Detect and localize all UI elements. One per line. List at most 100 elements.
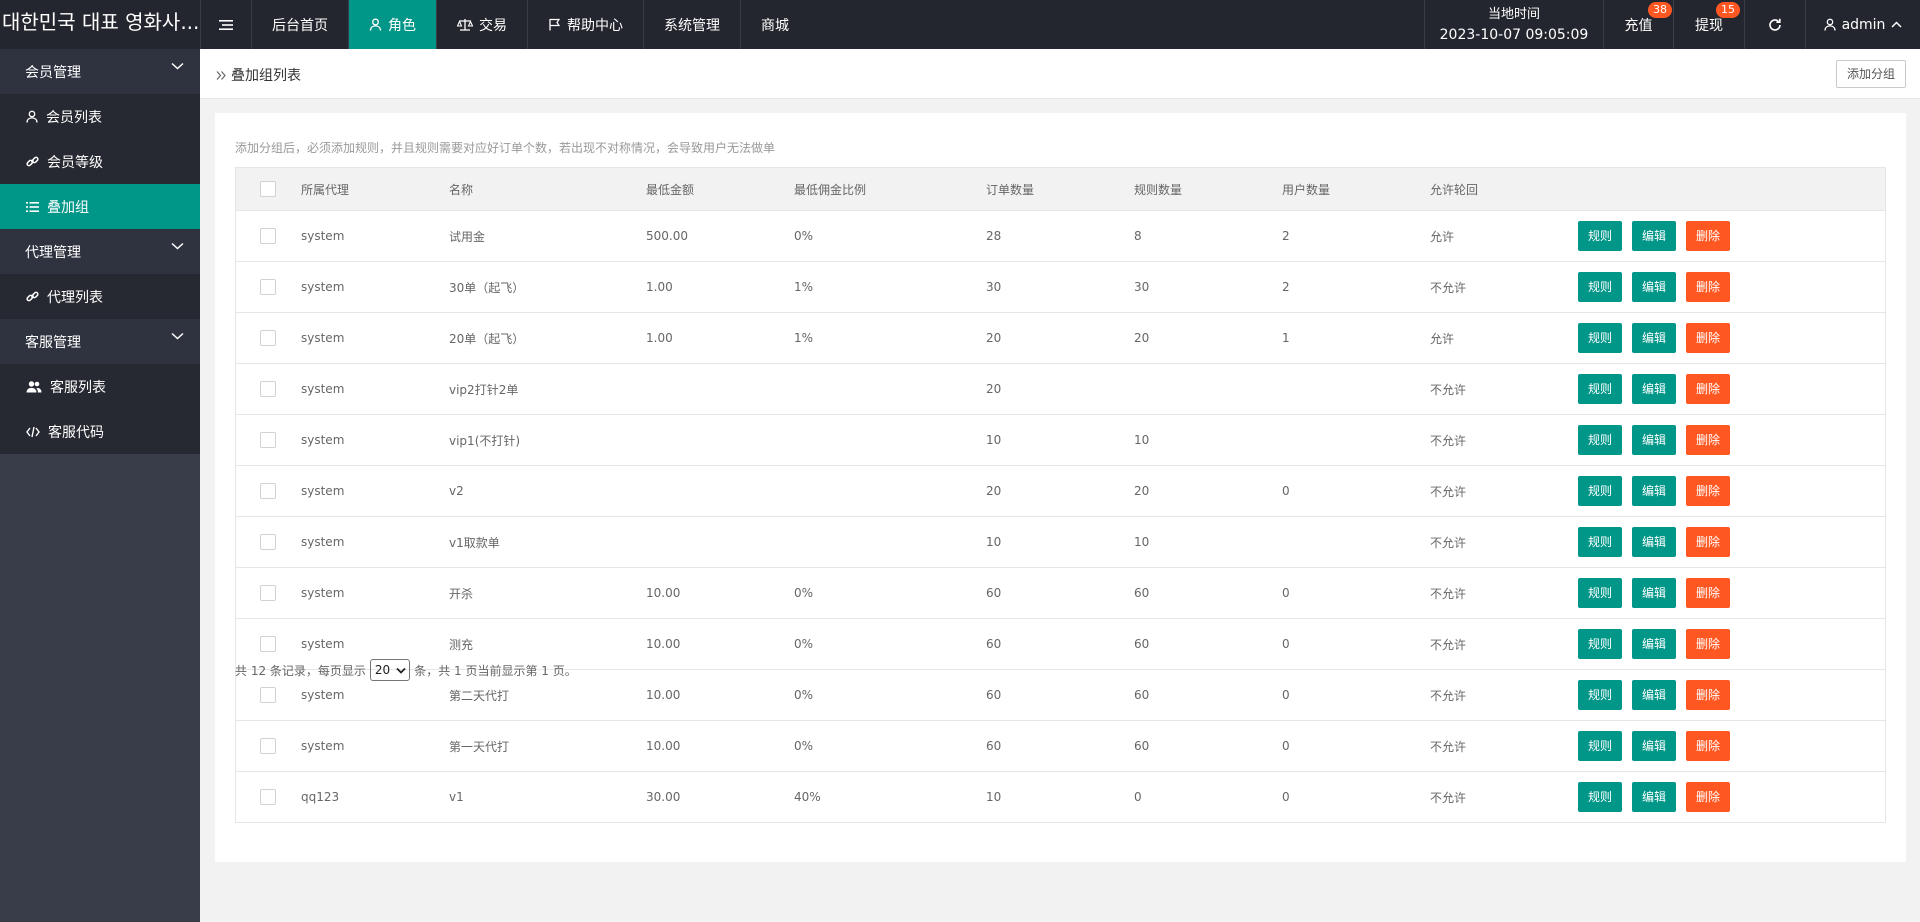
- user-name: admin: [1841, 16, 1886, 33]
- edit-button[interactable]: 编辑: [1632, 374, 1676, 404]
- sidebar-group-service[interactable]: 客服管理: [0, 319, 200, 364]
- row-checkbox[interactable]: [260, 381, 276, 397]
- table-cell: 不允许: [1429, 771, 1577, 823]
- withdraw-button[interactable]: 提现 15: [1673, 0, 1744, 49]
- per-page-value: 20: [374, 663, 391, 677]
- sidebar-group-member[interactable]: 会员管理: [0, 49, 200, 94]
- nav-item-label: 帮助中心: [567, 17, 623, 34]
- delete-button[interactable]: 删除: [1686, 374, 1730, 404]
- row-checkbox[interactable]: [260, 687, 276, 703]
- table-cell: 1%: [793, 312, 985, 364]
- delete-button[interactable]: 删除: [1686, 425, 1730, 455]
- edit-button[interactable]: 编辑: [1632, 323, 1676, 353]
- delete-button[interactable]: 删除: [1686, 221, 1730, 251]
- rule-button[interactable]: 规则: [1578, 680, 1622, 710]
- delete-button[interactable]: 删除: [1686, 578, 1730, 608]
- nav-item-label: 后台首页: [272, 17, 328, 34]
- rule-button[interactable]: 规则: [1578, 731, 1622, 761]
- nav-item-trade[interactable]: 交易: [436, 0, 527, 49]
- row-checkbox[interactable]: [260, 738, 276, 754]
- row-checkbox[interactable]: [260, 789, 276, 805]
- table-cell: system: [300, 210, 448, 262]
- row-checkbox[interactable]: [260, 279, 276, 295]
- edit-button[interactable]: 编辑: [1632, 425, 1676, 455]
- add-group-button[interactable]: 添加分组: [1835, 60, 1906, 88]
- table-cell: qq123: [300, 771, 448, 823]
- nav-item-mall[interactable]: 商城: [740, 0, 809, 49]
- rule-button[interactable]: 规则: [1578, 782, 1622, 812]
- edit-button[interactable]: 编辑: [1632, 527, 1676, 557]
- edit-button[interactable]: 编辑: [1632, 629, 1676, 659]
- menu-toggle-button[interactable]: [200, 0, 251, 49]
- delete-button[interactable]: 删除: [1686, 476, 1730, 506]
- nav-item-help[interactable]: 帮助中心: [527, 0, 643, 49]
- sidebar-item-service-list[interactable]: 客服列表: [0, 364, 200, 409]
- withdraw-badge: 15: [1716, 2, 1740, 18]
- table-cell: 20: [985, 363, 1133, 415]
- nav-item-role[interactable]: 角色: [348, 0, 436, 49]
- select-all-checkbox[interactable]: [260, 181, 276, 197]
- edit-button[interactable]: 编辑: [1632, 680, 1676, 710]
- sidebar-item-service-code[interactable]: 客服代码: [0, 409, 200, 454]
- rule-button[interactable]: 规则: [1578, 374, 1622, 404]
- table-cell: 60: [1133, 669, 1281, 721]
- delete-button[interactable]: 删除: [1686, 272, 1730, 302]
- table-cell: vip2打针2单: [448, 363, 645, 415]
- row-checkbox[interactable]: [260, 483, 276, 499]
- nav-item-home[interactable]: 后台首页: [251, 0, 348, 49]
- per-page-select[interactable]: 20: [369, 659, 411, 681]
- rule-button[interactable]: 规则: [1578, 323, 1622, 353]
- local-time-value: 2023-10-07 09:05:09: [1439, 26, 1589, 43]
- table-cell: 10: [985, 771, 1133, 823]
- table-cell: 60: [1133, 720, 1281, 772]
- edit-button[interactable]: 编辑: [1632, 731, 1676, 761]
- edit-button[interactable]: 编辑: [1632, 272, 1676, 302]
- row-checkbox[interactable]: [260, 585, 276, 601]
- code-icon: [26, 426, 40, 438]
- sidebar-item-member-level[interactable]: 会员等级: [0, 139, 200, 184]
- sidebar-group-label: 代理管理: [25, 244, 81, 261]
- row-checkbox-cell: [235, 414, 300, 466]
- table-row: qq123 v1 30.00 40% 10 0 0 不允许 规则 编辑 删除: [235, 771, 1886, 823]
- recharge-button[interactable]: 充值 38: [1603, 0, 1673, 49]
- rule-button[interactable]: 规则: [1578, 272, 1622, 302]
- refresh-button[interactable]: [1744, 0, 1805, 49]
- rule-button[interactable]: 规则: [1578, 527, 1622, 557]
- delete-button[interactable]: 删除: [1686, 527, 1730, 557]
- edit-button[interactable]: 编辑: [1632, 578, 1676, 608]
- user-menu[interactable]: admin: [1805, 0, 1920, 49]
- table-cell: 10: [1133, 414, 1281, 466]
- sidebar-item-agent-list[interactable]: 代理列表: [0, 274, 200, 319]
- row-checkbox[interactable]: [260, 228, 276, 244]
- table-body: system 试用金 500.00 0% 28 8 2 允许 规则 编辑 删除 system 30单（起…: [235, 210, 1886, 823]
- delete-button[interactable]: 删除: [1686, 680, 1730, 710]
- delete-button[interactable]: 删除: [1686, 629, 1730, 659]
- rule-button[interactable]: 规则: [1578, 425, 1622, 455]
- recharge-badge: 38: [1648, 2, 1672, 18]
- rule-button[interactable]: 规则: [1578, 629, 1622, 659]
- row-checkbox[interactable]: [260, 330, 276, 346]
- table-cell: 20: [1133, 465, 1281, 517]
- nav-item-system[interactable]: 系统管理: [643, 0, 740, 49]
- rule-button[interactable]: 规则: [1578, 476, 1622, 506]
- edit-button[interactable]: 编辑: [1632, 221, 1676, 251]
- row-checkbox[interactable]: [260, 432, 276, 448]
- sidebar-item-stack-group[interactable]: 叠加组: [0, 184, 200, 229]
- table-cell: v2: [448, 465, 645, 517]
- sidebar-group-agent[interactable]: 代理管理: [0, 229, 200, 274]
- table-cell: 0: [1281, 465, 1429, 517]
- delete-button[interactable]: 删除: [1686, 323, 1730, 353]
- sidebar-item-member-list[interactable]: 会员列表: [0, 94, 200, 139]
- row-checkbox[interactable]: [260, 636, 276, 652]
- table-cell: 0: [1281, 618, 1429, 670]
- row-checkbox[interactable]: [260, 534, 276, 550]
- tip-text: 添加分组后，必须添加规则，并且规则需要对应好订单个数，若出现不对称情况，会导致用…: [235, 141, 776, 155]
- delete-button[interactable]: 删除: [1686, 731, 1730, 761]
- edit-button[interactable]: 编辑: [1632, 782, 1676, 812]
- table-cell: 10: [985, 516, 1133, 568]
- rule-button[interactable]: 规则: [1578, 221, 1622, 251]
- edit-button[interactable]: 编辑: [1632, 476, 1676, 506]
- delete-button[interactable]: 删除: [1686, 782, 1730, 812]
- table-cell: 第一天代打: [448, 720, 645, 772]
- rule-button[interactable]: 规则: [1578, 578, 1622, 608]
